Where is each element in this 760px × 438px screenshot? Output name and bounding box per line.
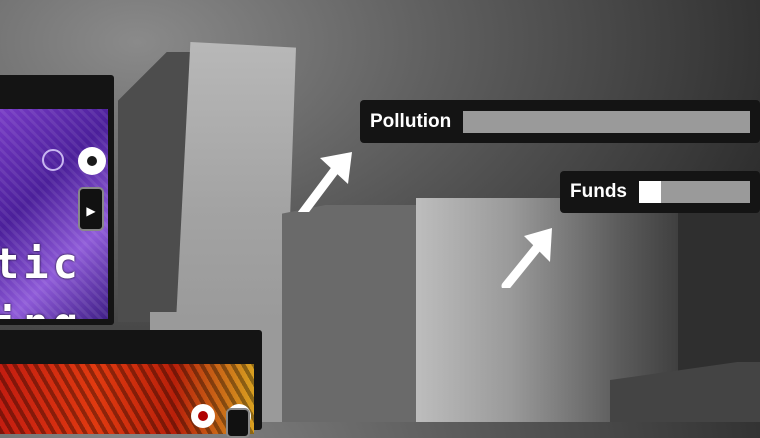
pollution-bar <box>463 110 750 133</box>
card-artwork: ▶ tic ing <box>0 109 108 319</box>
arrow-up-right-icon <box>501 228 552 288</box>
building-card[interactable]: ▶ tic ing <box>0 75 114 325</box>
funds-meter: Funds <box>560 171 760 213</box>
card-word: ing <box>0 299 82 319</box>
card-tab[interactable] <box>226 408 250 438</box>
play-icon[interactable]: ▶ <box>78 187 104 231</box>
target-icon[interactable] <box>191 404 215 428</box>
building-card[interactable] <box>0 330 262 438</box>
card-word: tic <box>0 239 82 288</box>
arrow-up-right-icon <box>297 152 352 212</box>
ring-icon <box>42 149 64 171</box>
funds-bar-fill <box>639 181 662 203</box>
building-front <box>176 42 296 322</box>
pollution-label: Pollution <box>370 110 452 132</box>
card-artwork <box>0 364 254 434</box>
funds-label: Funds <box>570 181 627 202</box>
pollution-meter: Pollution <box>360 100 760 143</box>
building-side <box>282 205 427 422</box>
funds-bar <box>639 181 750 203</box>
target-icon[interactable] <box>78 147 106 175</box>
